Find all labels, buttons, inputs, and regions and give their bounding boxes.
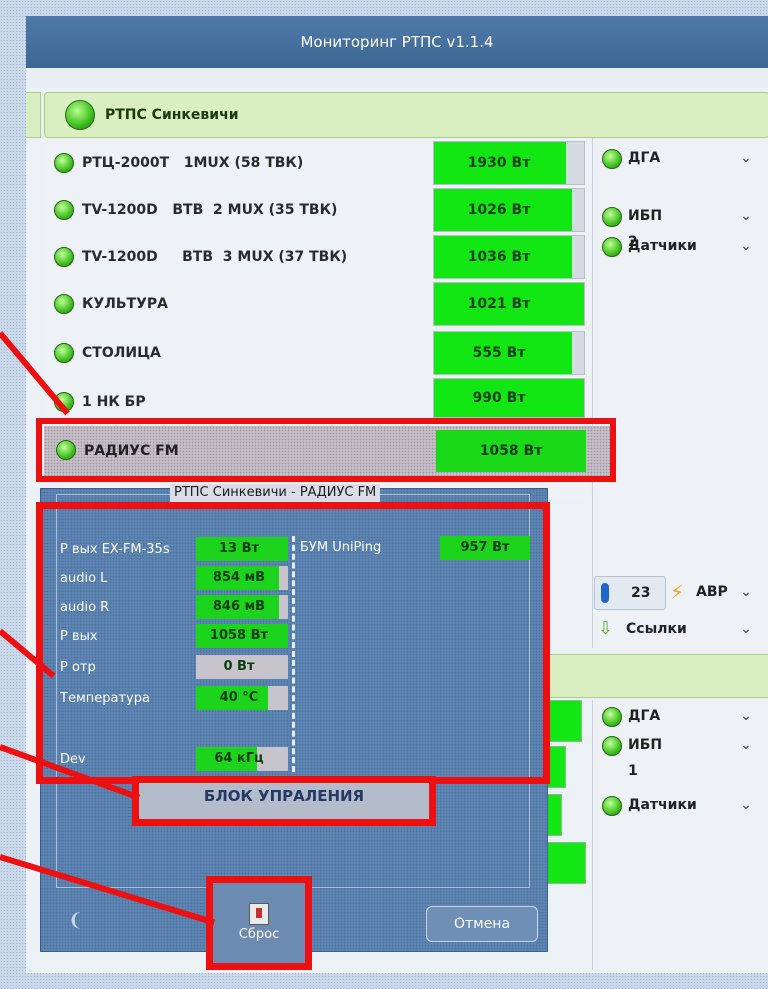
highlight-box-row: [36, 418, 616, 482]
links-toggle[interactable]: Ссылки: [626, 618, 687, 640]
chevron-down-icon[interactable]: ⌄: [738, 150, 754, 166]
power-value: 1036 Вт: [467, 249, 531, 265]
status-led-icon: [602, 207, 622, 227]
power-meter: 1930 Вт: [433, 141, 585, 185]
power-value: 1021 Вт: [467, 296, 531, 312]
second-station-header[interactable]: [540, 654, 768, 698]
chevron-down-icon[interactable]: ⌄: [738, 208, 754, 224]
chevron-down-icon[interactable]: ⌄: [738, 238, 754, 254]
reset-label: Сброс: [238, 927, 280, 942]
status-led-icon: [602, 149, 622, 169]
cancel-button[interactable]: Отмена: [426, 906, 538, 942]
dga-label: ДГА: [628, 150, 661, 166]
station-status-led-icon: [65, 100, 95, 130]
down-arrow-icon: ⇩: [598, 618, 614, 639]
transmitter-label: КУЛЬТУРА: [82, 296, 168, 312]
chevron-down-icon[interactable]: ⌄: [738, 621, 754, 637]
transmitter-label: СТОЛИЦА: [82, 345, 161, 361]
station-header-left-tab[interactable]: [26, 92, 41, 138]
dga-label: ДГА: [628, 708, 661, 724]
status-led-icon: [54, 153, 74, 173]
reset-icon: [249, 903, 269, 925]
power-meter: 555 Вт: [433, 331, 585, 375]
status-led-icon: [602, 707, 622, 727]
thermometer-icon: [601, 583, 609, 603]
toolbar-strip: [26, 68, 768, 88]
highlight-box-params: [36, 502, 550, 784]
power-meter: 1026 Вт: [433, 188, 585, 232]
chevron-down-icon[interactable]: ⌄: [738, 584, 754, 600]
transmitter-label: TV-1200D ВТВ 2 MUX (35 ТВК): [82, 202, 338, 218]
power-meter: 1021 Вт: [433, 282, 585, 326]
power-value: 555 Вт: [472, 345, 526, 361]
status-led-icon: [54, 247, 74, 267]
transmitter-label: РТЦ-2000Т 1MUX (58 ТВК): [82, 155, 304, 171]
chevron-down-icon[interactable]: ⌄: [738, 737, 754, 753]
power-meter: 1036 Вт: [433, 235, 585, 279]
sensors-label: Датчики: [628, 797, 697, 813]
station-name: РТПС Синкевичи: [105, 107, 239, 123]
control-block-label: БЛОК УПРАЛЕНИЯ: [203, 787, 365, 805]
chevron-down-icon[interactable]: ⌄: [738, 708, 754, 724]
reset-button[interactable]: Сброс: [206, 876, 312, 970]
status-led-icon: [54, 200, 74, 220]
temperature-value: 23: [631, 585, 651, 601]
status-led-icon: [54, 294, 74, 314]
paperclip-icon[interactable]: ❨: [68, 910, 83, 932]
power-value: 1930 Вт: [467, 155, 531, 171]
sensors-label: Датчики: [628, 238, 697, 254]
window-title: Мониторинг РТПС v1.1.4: [26, 16, 768, 68]
status-led-icon: [602, 796, 622, 816]
power-meter: 990 Вт: [433, 378, 585, 418]
power-value: 990 Вт: [472, 390, 526, 406]
dialog-title: РТПС Синкевичи - РАДИУС FM: [170, 484, 381, 502]
temperature-indicator: 23: [594, 576, 666, 610]
status-led-icon: [602, 736, 622, 756]
control-block-button[interactable]: БЛОК УПРАЛЕНИЯ: [132, 776, 436, 826]
transmitter-label: 1 НК БР: [82, 394, 146, 410]
power-value: 1026 Вт: [467, 202, 531, 218]
status-led-icon: [54, 343, 74, 363]
ups1-label: ИБП 1: [628, 737, 663, 779]
chevron-down-icon[interactable]: ⌄: [738, 797, 754, 813]
lightning-icon: ⚡: [670, 580, 685, 604]
status-led-icon: [602, 237, 622, 257]
avr-toggle[interactable]: АВР: [696, 580, 728, 604]
transmitter-label: TV-1200D ВТВ 3 MUX (37 ТВК): [82, 249, 348, 265]
station-header[interactable]: РТПС Синкевичи: [44, 92, 768, 138]
